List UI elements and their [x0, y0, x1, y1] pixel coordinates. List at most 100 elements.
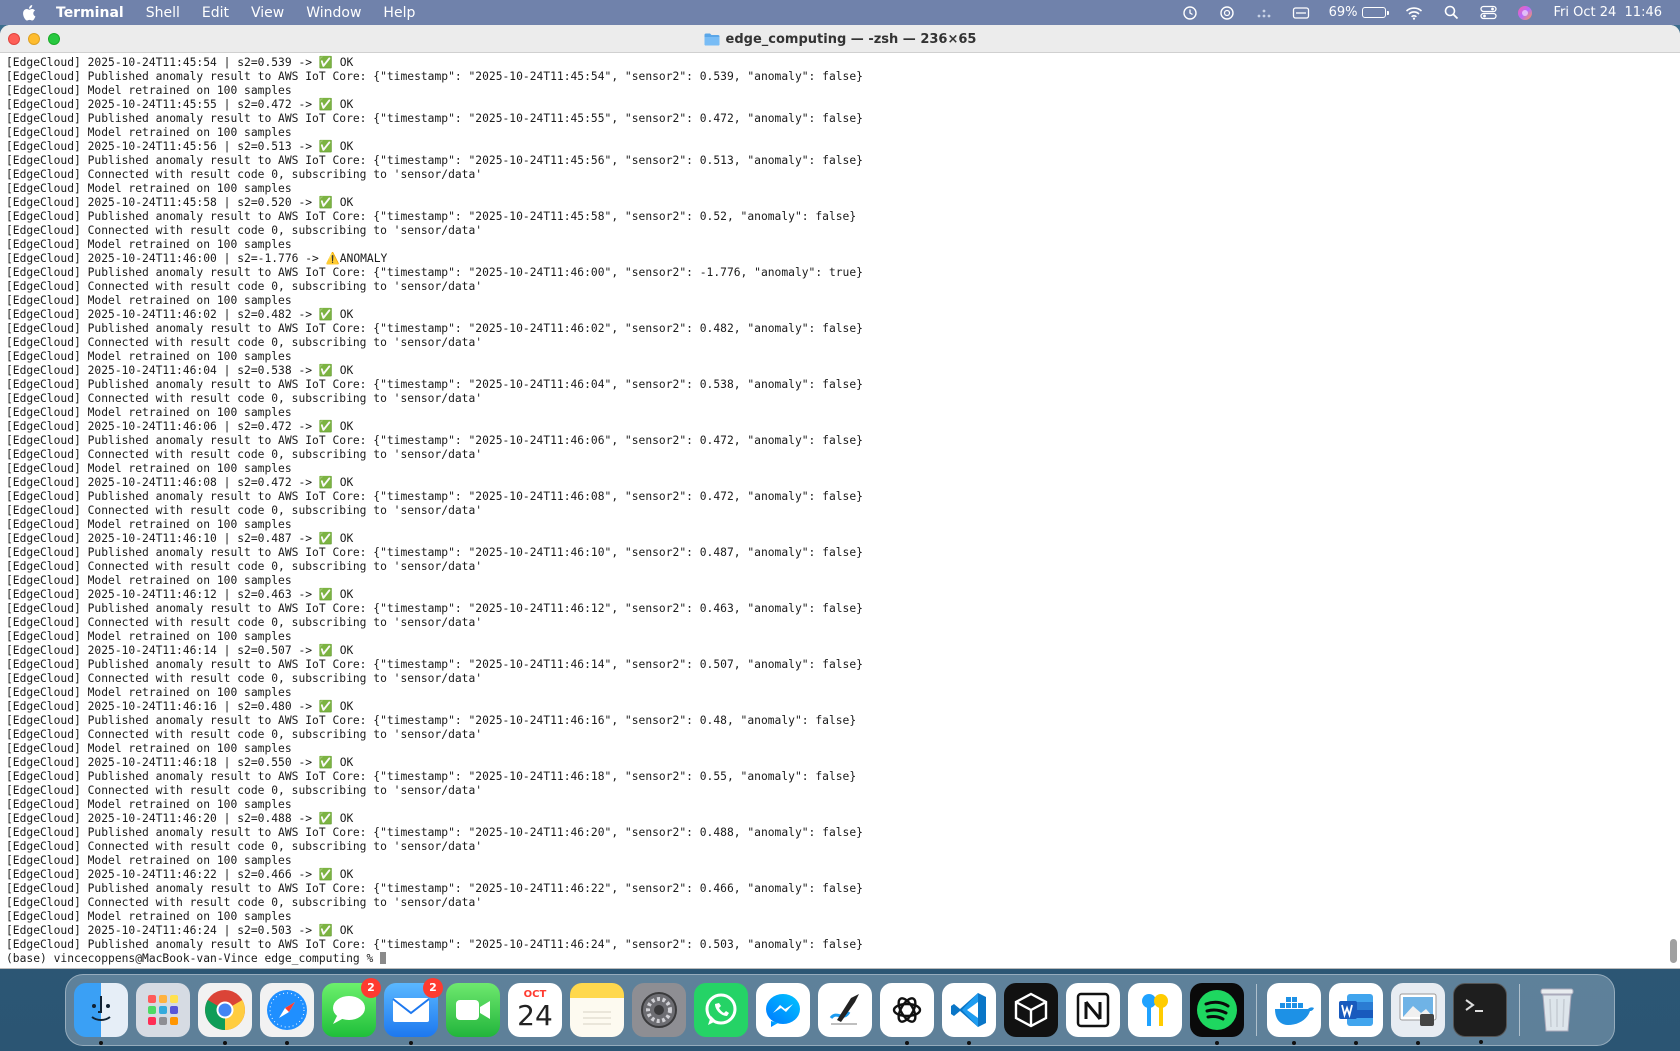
- menu-view[interactable]: View: [251, 5, 284, 21]
- dock-chrome[interactable]: [198, 983, 252, 1045]
- control-center-icon[interactable]: [1479, 5, 1497, 21]
- terminal-line: [EdgeCloud] Published anomaly result to …: [6, 770, 857, 783]
- terminal-line: [EdgeCloud] Model retrained on 100 sampl…: [6, 406, 292, 419]
- terminal-line: [EdgeCloud] 2025-10-24T11:46:22 | s2=0.4…: [6, 868, 354, 881]
- dock-word[interactable]: [1329, 983, 1383, 1045]
- apple-menu-icon[interactable]: [20, 4, 38, 22]
- finder-icon: [91, 996, 111, 1021]
- terminal-line: [EdgeCloud] 2025-10-24T11:45:54 | s2=0.5…: [6, 56, 354, 69]
- dock-freeform[interactable]: [818, 983, 872, 1037]
- battery-indicator[interactable]: 69%: [1328, 5, 1390, 20]
- terminal-line: [EdgeCloud] 2025-10-24T11:46:08 | s2=0.4…: [6, 476, 354, 489]
- docker-whale-icon: [1275, 997, 1314, 1025]
- menu-shell[interactable]: Shell: [146, 5, 180, 21]
- dock-spotify[interactable]: [1190, 983, 1244, 1045]
- dock-keychain[interactable]: [1128, 983, 1182, 1037]
- terminal-line: [EdgeCloud] Published anomaly result to …: [6, 882, 863, 895]
- dock: 2 2 OCT 24: [65, 974, 1615, 1046]
- dock-messages[interactable]: 2: [322, 978, 381, 1037]
- battery-icon: [1362, 7, 1390, 18]
- trash-icon: [1540, 988, 1574, 1032]
- menu-edit[interactable]: Edit: [202, 5, 229, 21]
- dock-whatsapp[interactable]: [694, 983, 748, 1037]
- running-indicator: [285, 1041, 289, 1045]
- menu-window[interactable]: Window: [306, 5, 361, 21]
- dock-system-settings[interactable]: [632, 983, 686, 1037]
- dock-docker[interactable]: [1267, 983, 1321, 1045]
- terminal-line: [EdgeCloud] Connected with result code 0…: [6, 896, 483, 909]
- dock-chatgpt[interactable]: [880, 983, 934, 1045]
- prompt-line[interactable]: (base) vincecoppens@MacBook-van-Vince ed…: [6, 952, 1680, 966]
- terminal-line: [EdgeCloud] Published anomaly result to …: [6, 602, 863, 615]
- terminal-line: [EdgeCloud] 2025-10-24T11:46:12 | s2=0.4…: [6, 588, 354, 601]
- close-button[interactable]: [8, 32, 20, 45]
- window-titlebar[interactable]: edge_computing — -zsh — 236×65: [0, 25, 1680, 53]
- terminal-line: [EdgeCloud] Connected with result code 0…: [6, 616, 483, 629]
- facetime-icon: [456, 1000, 490, 1020]
- menu-terminal[interactable]: Terminal: [56, 5, 124, 21]
- running-indicator: [409, 1041, 413, 1045]
- clock[interactable]: Fri Oct 24 11:46: [1553, 5, 1662, 20]
- running-indicator: [967, 1041, 971, 1045]
- terminal-line: [EdgeCloud] 2025-10-24T11:46:04 | s2=0.5…: [6, 364, 354, 377]
- terminal-line: [EdgeCloud] Published anomaly result to …: [6, 378, 863, 391]
- freeform-icon: [829, 994, 859, 1025]
- terminal-line: [EdgeCloud] Model retrained on 100 sampl…: [6, 294, 292, 307]
- dots-icon[interactable]: [1255, 5, 1273, 21]
- terminal-line: [EdgeCloud] Connected with result code 0…: [6, 224, 483, 237]
- terminal-line: [EdgeCloud] 2025-10-24T11:45:56 | s2=0.5…: [6, 140, 354, 153]
- scrollbar-thumb[interactable]: [1670, 939, 1677, 963]
- terminal-line: [EdgeCloud] 2025-10-24T11:46:16 | s2=0.4…: [6, 700, 354, 713]
- terminal-line: [EdgeCloud] Published anomaly result to …: [6, 658, 863, 671]
- terminal-line: [EdgeCloud] Connected with result code 0…: [6, 784, 483, 797]
- terminal-line: [EdgeCloud] Published anomaly result to …: [6, 266, 863, 279]
- terminal-line: [EdgeCloud] Model retrained on 100 sampl…: [6, 126, 292, 139]
- terminal-line: [EdgeCloud] Published anomaly result to …: [6, 938, 863, 951]
- wifi-icon[interactable]: [1405, 5, 1423, 21]
- dock-messenger[interactable]: [756, 983, 810, 1037]
- dock-notes[interactable]: [570, 983, 624, 1037]
- terminal-line: [EdgeCloud] Model retrained on 100 sampl…: [6, 182, 292, 195]
- siri-icon[interactable]: [1516, 5, 1534, 21]
- running-indicator: [1354, 1041, 1358, 1045]
- dock-unity[interactable]: [1004, 983, 1058, 1037]
- terminal-line: [EdgeCloud] Model retrained on 100 sampl…: [6, 854, 292, 867]
- dock-trash[interactable]: [1530, 983, 1584, 1037]
- terminal-scrollbar[interactable]: [1668, 75, 1678, 965]
- terminal-output[interactable]: [EdgeCloud] 2025-10-24T11:45:54 | s2=0.5…: [0, 53, 1680, 968]
- minimize-button[interactable]: [28, 32, 40, 45]
- menu-help[interactable]: Help: [383, 5, 415, 21]
- folder-icon: [704, 33, 720, 45]
- terminal-line: [EdgeCloud] 2025-10-24T11:45:58 | s2=0.5…: [6, 196, 354, 209]
- launchpad-icon: [148, 995, 178, 1025]
- text-cursor: [380, 952, 387, 964]
- terminal-line: [EdgeCloud] 2025-10-24T11:46:10 | s2=0.4…: [6, 532, 354, 545]
- dock-preview[interactable]: [1391, 983, 1445, 1045]
- terminal-line: [EdgeCloud] 2025-10-24T11:46:24 | s2=0.5…: [6, 924, 354, 937]
- dock-safari[interactable]: [260, 983, 314, 1045]
- notion-icon: [1076, 992, 1110, 1028]
- dock-calendar[interactable]: OCT 24: [508, 983, 562, 1037]
- running-indicator: [1292, 1041, 1296, 1045]
- openai-icon[interactable]: [1218, 5, 1236, 21]
- terminal-line: [EdgeCloud] Connected with result code 0…: [6, 560, 483, 573]
- dock-facetime[interactable]: [446, 983, 500, 1037]
- time-machine-icon[interactable]: [1181, 5, 1199, 21]
- search-icon[interactable]: [1442, 5, 1460, 21]
- dock-finder[interactable]: [74, 983, 128, 1045]
- maximize-button[interactable]: [48, 32, 60, 45]
- running-indicator: [1479, 1040, 1483, 1044]
- terminal-line: [EdgeCloud] 2025-10-24T11:45:55 | s2=0.4…: [6, 98, 354, 111]
- dock-mail[interactable]: 2: [384, 978, 443, 1045]
- battery-percent: 69%: [1328, 5, 1358, 20]
- dock-vscode[interactable]: [942, 983, 996, 1045]
- terminal-line: [EdgeCloud] Connected with result code 0…: [6, 504, 483, 517]
- keyboard-icon[interactable]: [1292, 5, 1310, 21]
- dock-launchpad[interactable]: [136, 983, 190, 1037]
- word-icon: [1339, 994, 1373, 1026]
- dock-terminal[interactable]: [1453, 983, 1507, 1044]
- terminal-line: [EdgeCloud] Connected with result code 0…: [6, 672, 483, 685]
- messages-icon: [333, 996, 365, 1024]
- dock-notion[interactable]: [1066, 983, 1120, 1037]
- terminal-line: [EdgeCloud] Connected with result code 0…: [6, 392, 483, 405]
